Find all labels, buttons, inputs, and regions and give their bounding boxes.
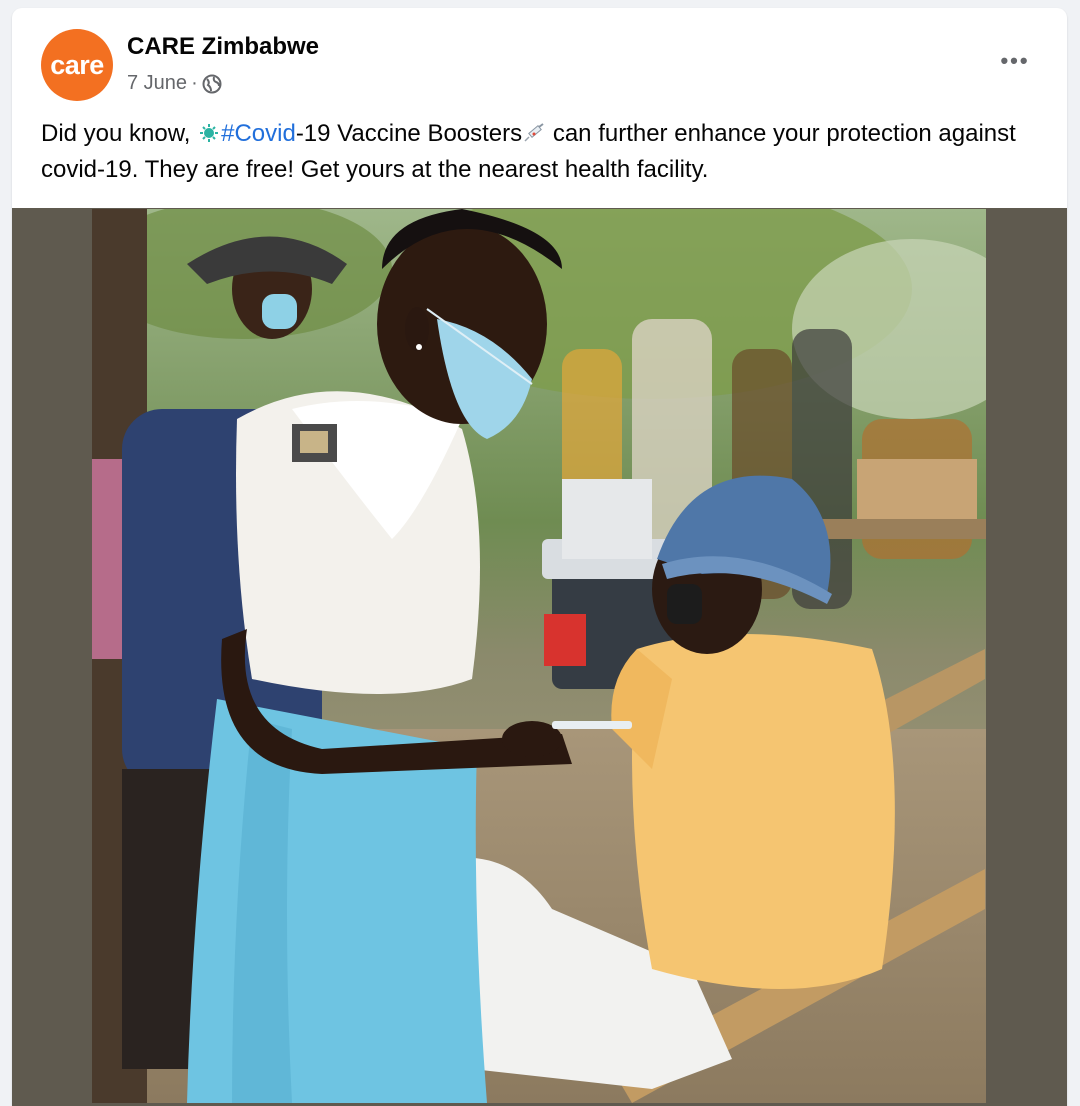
post-meta: 7 June · bbox=[127, 72, 222, 95]
avatar-logo-text: care bbox=[50, 49, 104, 80]
syringe-icon bbox=[524, 123, 544, 142]
post-date[interactable]: 7 June bbox=[127, 72, 187, 95]
post-header: care CARE Zimbabwe 7 June · ••• bbox=[12, 8, 1067, 103]
message-text-2: -19 Vaccine Boosters bbox=[295, 120, 523, 147]
covid-hashtag-link[interactable]: #Covid bbox=[221, 120, 296, 147]
page-avatar[interactable]: care bbox=[41, 29, 113, 101]
more-options-button[interactable]: ••• bbox=[995, 46, 1035, 76]
globe-icon[interactable] bbox=[202, 74, 222, 94]
post-card: care CARE Zimbabwe 7 June · ••• Did you … bbox=[12, 8, 1067, 1106]
virus-icon bbox=[200, 124, 219, 142]
post-message: Did you know, #Covid-19 Vaccine Boosters… bbox=[41, 116, 1051, 188]
message-text-1: Did you know, bbox=[41, 120, 198, 147]
post-photo[interactable] bbox=[92, 209, 986, 1103]
meta-separator: · bbox=[191, 72, 198, 94]
post-media bbox=[12, 208, 1067, 1106]
page-name-link[interactable]: CARE Zimbabwe bbox=[127, 33, 319, 61]
